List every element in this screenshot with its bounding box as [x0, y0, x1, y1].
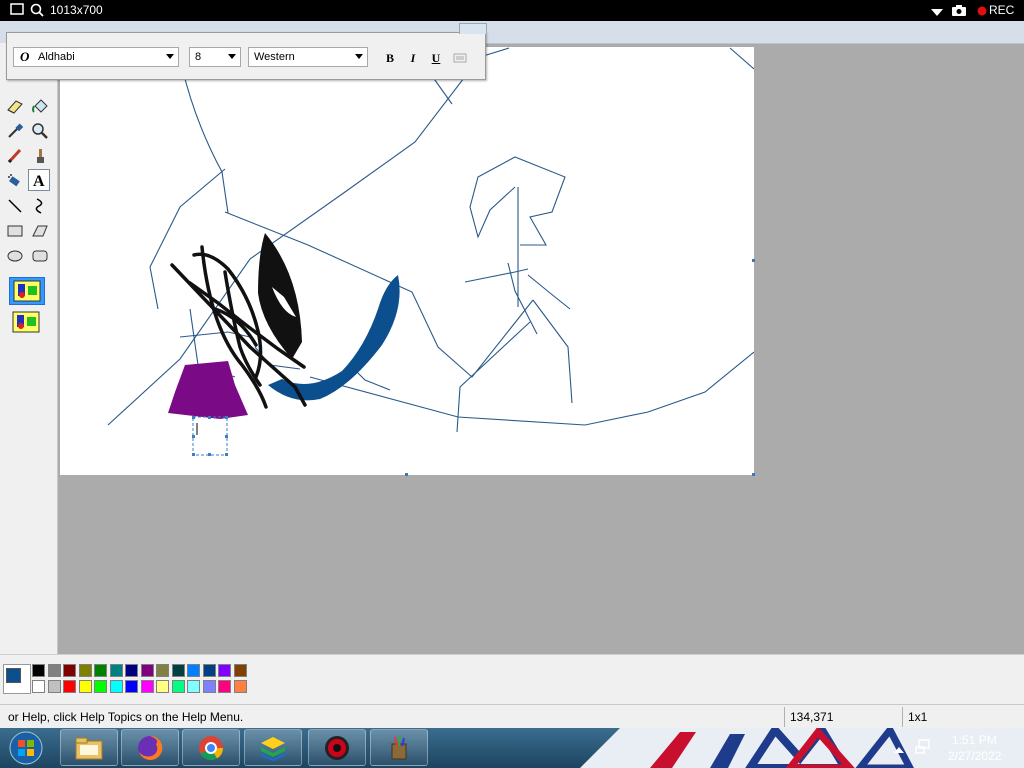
status-divider — [784, 707, 785, 727]
chevron-down-icon[interactable] — [931, 6, 943, 20]
file-explorer-icon[interactable] — [60, 729, 118, 766]
recorder-app-icon[interactable] — [308, 729, 366, 766]
status-bar: or Help, click Help Topics on the Help M… — [0, 704, 1024, 729]
foreground-color[interactable] — [6, 668, 21, 683]
color-swatch[interactable] — [109, 664, 123, 677]
font-name-value: Aldhabi — [38, 51, 75, 63]
color-swatch[interactable] — [47, 664, 61, 677]
text-mode-opaque-option[interactable] — [9, 277, 45, 305]
line-icon[interactable] — [4, 195, 26, 217]
opentype-icon: O — [20, 49, 30, 64]
color-swatch[interactable] — [125, 680, 138, 693]
drawing-canvas[interactable] — [60, 47, 754, 475]
magnifier-icon[interactable] — [29, 120, 51, 142]
clock-date[interactable]: 2/27/2022 — [948, 749, 1001, 763]
color-swatch[interactable] — [187, 680, 200, 693]
status-selection-size: 1x1 — [908, 710, 928, 724]
color-swatch[interactable] — [202, 680, 216, 693]
ellipse-icon[interactable] — [4, 245, 26, 267]
color-swatch[interactable] — [233, 664, 247, 677]
search-icon[interactable] — [30, 3, 44, 20]
italic-button[interactable]: I — [404, 49, 422, 67]
paint-icon[interactable] — [370, 729, 428, 766]
bold-button[interactable]: B — [381, 49, 399, 67]
window-icon[interactable] — [10, 3, 24, 18]
chevron-down-icon — [228, 54, 236, 59]
resize-handle-bottom[interactable] — [405, 473, 408, 476]
rec-button[interactable]: REC — [989, 3, 1014, 17]
color-picker-icon[interactable] — [4, 120, 26, 142]
brush-icon[interactable] — [29, 145, 51, 167]
color-swatch[interactable] — [78, 664, 92, 677]
color-swatch[interactable] — [94, 664, 107, 677]
network-icon[interactable] — [914, 738, 932, 759]
start-orb-icon[interactable] — [6, 729, 46, 767]
resize-handle-right[interactable] — [752, 259, 755, 262]
eraser-icon[interactable] — [4, 95, 26, 117]
color-swatch[interactable] — [171, 664, 185, 677]
color-swatch[interactable] — [218, 680, 231, 693]
color-palette — [0, 654, 1024, 704]
rectangle-icon[interactable] — [4, 220, 26, 242]
color-swatch[interactable] — [187, 664, 200, 677]
status-coordinates: 134,371 — [790, 710, 834, 724]
resolution-label: 1013x700 — [50, 3, 103, 17]
font-size-select[interactable]: 8 — [189, 47, 241, 67]
curve-icon[interactable] — [29, 195, 51, 217]
rounded-rectangle-icon[interactable] — [29, 245, 51, 267]
color-swatch[interactable] — [63, 664, 76, 677]
canvas-area[interactable] — [60, 47, 755, 476]
toolbar-title-stub — [459, 23, 487, 34]
pencil-icon[interactable] — [4, 145, 26, 167]
script-value: Western — [254, 51, 295, 63]
camera-icon[interactable] — [951, 4, 967, 20]
color-swatch[interactable] — [78, 680, 92, 693]
svg-text:A: A — [33, 173, 45, 188]
paint-window: A O Aldhabi 8 Western B I U or Help, cli… — [0, 21, 1024, 729]
taskbar: 1:51 PM 2/27/2022 — [0, 728, 1024, 768]
color-swatch[interactable] — [109, 680, 123, 693]
vertical-text-icon[interactable] — [451, 49, 469, 67]
chrome-icon[interactable] — [182, 729, 240, 766]
chevron-down-icon — [166, 54, 174, 59]
clock-time[interactable]: 1:51 PM — [952, 733, 997, 747]
polygon-icon[interactable] — [29, 220, 51, 242]
resize-handle-corner[interactable] — [752, 473, 755, 476]
toolbox: A — [0, 43, 58, 675]
color-swatch[interactable] — [233, 680, 247, 693]
color-swatch[interactable] — [156, 664, 169, 677]
color-swatch[interactable] — [156, 680, 169, 693]
underline-button[interactable]: U — [427, 49, 445, 67]
script-select[interactable]: Western — [248, 47, 368, 67]
text-mode-transparent-option[interactable] — [9, 309, 45, 337]
color-swatch[interactable] — [32, 680, 45, 693]
current-colors[interactable] — [3, 664, 31, 694]
color-swatch[interactable] — [171, 680, 185, 693]
tray-expand-icon[interactable] — [894, 743, 904, 757]
fill-bucket-icon[interactable] — [29, 95, 51, 117]
color-swatch[interactable] — [140, 680, 154, 693]
font-size-value: 8 — [195, 51, 202, 63]
color-swatch[interactable] — [202, 664, 216, 677]
airbrush-icon[interactable] — [4, 170, 26, 192]
font-toolbar: O Aldhabi 8 Western B I U — [6, 23, 487, 80]
record-dot-icon[interactable] — [977, 5, 987, 19]
recorder-bar: 1013x700 REC — [0, 0, 1024, 21]
color-swatch[interactable] — [125, 664, 138, 677]
firefox-icon[interactable] — [121, 729, 179, 766]
color-swatch[interactable] — [32, 664, 45, 677]
bluestacks-icon[interactable] — [244, 729, 302, 766]
color-swatch[interactable] — [63, 680, 76, 693]
text-icon[interactable]: A — [28, 169, 50, 191]
color-swatch[interactable] — [94, 680, 107, 693]
status-divider — [902, 707, 903, 727]
status-help-text: or Help, click Help Topics on the Help M… — [8, 710, 244, 724]
color-swatch[interactable] — [47, 680, 61, 693]
font-name-select[interactable]: O Aldhabi — [13, 47, 179, 67]
color-swatch[interactable] — [218, 664, 231, 677]
chevron-down-icon — [355, 54, 363, 59]
color-swatch[interactable] — [140, 664, 154, 677]
